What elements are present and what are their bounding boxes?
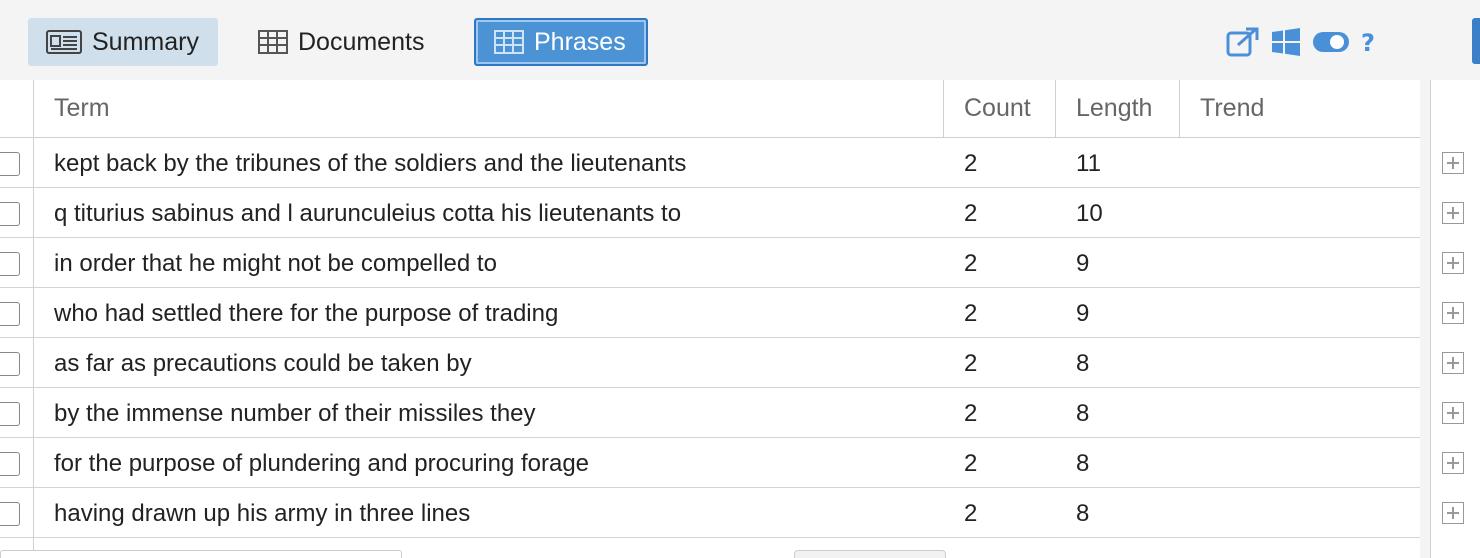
cell-term: in order that he might not be compelled … bbox=[54, 250, 497, 277]
expand-row-icon[interactable] bbox=[1442, 202, 1464, 224]
cell-count: 2 bbox=[964, 500, 978, 527]
tab-phrases-label: Phrases bbox=[534, 27, 626, 56]
cell-term: who had settled there for the purpose of… bbox=[54, 300, 559, 327]
expand-row-icon[interactable] bbox=[1442, 402, 1464, 424]
expand-row-icon[interactable] bbox=[1442, 452, 1464, 474]
expand-row-icon[interactable] bbox=[1442, 502, 1464, 524]
cell-length: 8 bbox=[1076, 500, 1090, 527]
table-header: Term Count Length Trend bbox=[0, 80, 1420, 138]
column-divider bbox=[33, 138, 34, 558]
cell-trend bbox=[1180, 238, 1420, 288]
row-checkbox[interactable] bbox=[0, 252, 20, 276]
cell-count: 2 bbox=[964, 300, 978, 327]
expand-row-icon[interactable] bbox=[1442, 302, 1464, 324]
column-header-trend[interactable]: Trend bbox=[1180, 80, 1420, 137]
cell-length: 8 bbox=[1076, 350, 1090, 377]
cell-trend bbox=[1180, 388, 1420, 438]
table-row[interactable]: having drawn up his army in three lines 2… bbox=[0, 488, 1420, 538]
table-row[interactable]: kept back by the tribunes of the soldier… bbox=[0, 138, 1420, 188]
table-row[interactable]: for the purpose of plundering and procur… bbox=[0, 438, 1420, 488]
row-checkbox[interactable] bbox=[0, 402, 20, 426]
side-panel-edge[interactable] bbox=[1472, 18, 1480, 64]
summary-icon bbox=[46, 29, 82, 55]
cell-count: 2 bbox=[964, 400, 978, 427]
row-checkbox[interactable] bbox=[0, 452, 20, 476]
cell-count: 2 bbox=[964, 200, 978, 227]
toggle-icon[interactable] bbox=[1312, 30, 1350, 54]
cell-length: 9 bbox=[1076, 300, 1090, 327]
svg-text:?: ? bbox=[1361, 29, 1375, 56]
row-checkbox[interactable] bbox=[0, 152, 20, 176]
scroll-gap bbox=[1420, 80, 1430, 558]
cell-trend bbox=[1180, 288, 1420, 338]
help-icon[interactable]: ? bbox=[1360, 28, 1380, 56]
cell-term: having drawn up his army in three lines bbox=[54, 500, 471, 527]
tab-summary-label: Summary bbox=[92, 27, 199, 56]
table-row[interactable]: as far as precautions could be taken by 2… bbox=[0, 338, 1420, 388]
cell-count: 2 bbox=[964, 150, 978, 177]
row-checkbox[interactable] bbox=[0, 202, 20, 226]
tab-documents[interactable]: Documents bbox=[240, 18, 450, 66]
row-checkbox[interactable] bbox=[0, 502, 20, 526]
cell-length: 8 bbox=[1076, 400, 1090, 427]
cell-length: 11 bbox=[1076, 150, 1101, 177]
table-row[interactable]: in order that he might not be compelled … bbox=[0, 238, 1420, 288]
cell-trend bbox=[1180, 188, 1420, 238]
phrases-table: Term Count Length Trend kept back by the… bbox=[0, 80, 1420, 558]
cell-term: kept back by the tribunes of the soldier… bbox=[54, 150, 687, 177]
cell-trend bbox=[1180, 138, 1420, 188]
toolbar-tools: ? bbox=[1226, 26, 1390, 58]
cell-length: 8 bbox=[1076, 450, 1090, 477]
filter-input[interactable] bbox=[0, 550, 402, 558]
column-header-length[interactable]: Length bbox=[1056, 80, 1178, 137]
cell-trend bbox=[1180, 338, 1420, 388]
column-header-term[interactable]: Term bbox=[34, 80, 942, 137]
windows-icon[interactable] bbox=[1270, 26, 1302, 58]
cell-length: 9 bbox=[1076, 250, 1090, 277]
cell-term: for the purpose of plundering and procur… bbox=[54, 450, 590, 477]
table-row[interactable]: who had settled there for the purpose of… bbox=[0, 288, 1420, 338]
table-body: kept back by the tribunes of the soldier… bbox=[0, 138, 1420, 538]
table-icon bbox=[258, 30, 288, 54]
cell-term: q titurius sabinus and l aurunculeius co… bbox=[54, 200, 682, 227]
cell-count: 2 bbox=[964, 450, 978, 477]
expand-row-icon[interactable] bbox=[1442, 152, 1464, 174]
footer-button[interactable] bbox=[794, 550, 946, 558]
tab-summary[interactable]: Summary bbox=[28, 18, 218, 66]
export-icon[interactable] bbox=[1226, 27, 1260, 57]
table-row[interactable]: by the immense number of their missiles … bbox=[0, 388, 1420, 438]
expand-row-icon[interactable] bbox=[1442, 252, 1464, 274]
cell-count: 2 bbox=[964, 250, 978, 277]
tab-phrases[interactable]: Phrases bbox=[474, 18, 648, 66]
table-icon bbox=[494, 30, 524, 54]
top-toolbar: Summary Documents Phrases ? bbox=[0, 0, 1480, 80]
cell-trend bbox=[1180, 438, 1420, 488]
row-checkbox[interactable] bbox=[0, 352, 20, 376]
cell-term: by the immense number of their missiles … bbox=[54, 400, 536, 427]
row-checkbox[interactable] bbox=[0, 302, 20, 326]
cell-length: 10 bbox=[1076, 200, 1103, 227]
cell-count: 2 bbox=[964, 350, 978, 377]
tab-documents-label: Documents bbox=[298, 27, 425, 56]
column-header-count[interactable]: Count bbox=[944, 80, 1054, 137]
cell-trend bbox=[1180, 488, 1420, 538]
expand-row-icon[interactable] bbox=[1442, 352, 1464, 374]
cell-term: as far as precautions could be taken by bbox=[54, 350, 472, 377]
table-row[interactable]: q titurius sabinus and l aurunculeius co… bbox=[0, 188, 1420, 238]
